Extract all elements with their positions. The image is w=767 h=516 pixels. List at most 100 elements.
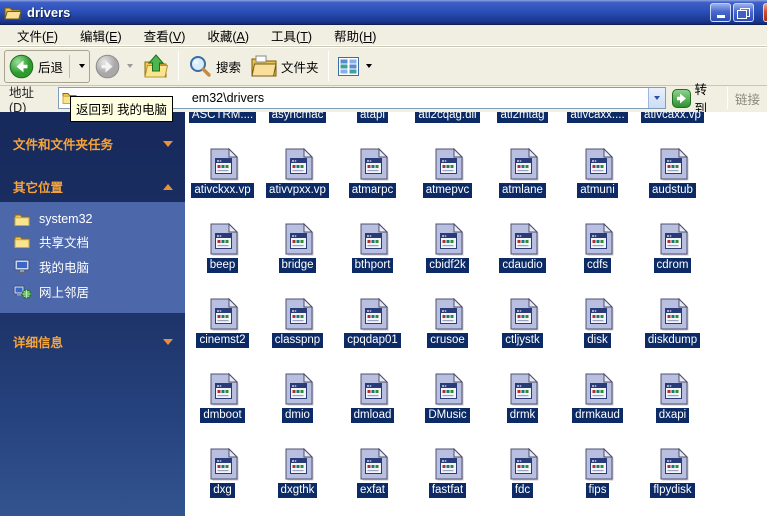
file-item[interactable]: cinemst2	[185, 290, 260, 365]
file-item[interactable]: diskdump	[635, 290, 710, 365]
search-button[interactable]: 搜索	[183, 50, 246, 83]
file-item[interactable]: ativckxx.vp	[185, 140, 260, 215]
menu-item-5[interactable]: 帮助(H)	[323, 24, 387, 47]
chevron-down-icon[interactable]	[163, 140, 173, 147]
menu-item-3[interactable]: 收藏(A)	[196, 24, 260, 47]
views-icon	[337, 56, 359, 76]
back-dropdown-caret[interactable]	[79, 64, 86, 68]
file-item[interactable]: ati2cqag.dll	[410, 112, 485, 140]
sidebar-section-title: 文件和文件夹任务	[13, 138, 114, 152]
up-button[interactable]	[138, 50, 174, 83]
file-label: exfat	[357, 483, 388, 498]
file-item[interactable]: ativvpxx.vp	[260, 140, 335, 215]
file-item[interactable]: drmk	[485, 365, 560, 440]
views-button[interactable]	[333, 50, 377, 83]
menu-item-1[interactable]: 编辑(E)	[69, 24, 133, 47]
file-item[interactable]: cpqdap01	[335, 290, 410, 365]
file-item[interactable]: bridge	[260, 215, 335, 290]
toolbar-separator	[327, 51, 329, 81]
window-title: drivers	[27, 4, 71, 20]
file-item[interactable]: beep	[185, 215, 260, 290]
forward-dropdown-caret[interactable]	[127, 64, 134, 68]
file-label: fips	[585, 483, 610, 498]
file-item[interactable]: atmarpc	[335, 140, 410, 215]
file-item[interactable]: audstub	[635, 140, 710, 215]
restore-button[interactable]	[733, 3, 754, 22]
file-item[interactable]: ctljystk	[485, 290, 560, 365]
back-button[interactable]: 后退	[4, 49, 91, 83]
file-label: crusoe	[427, 333, 468, 348]
chevron-down-icon[interactable]	[163, 338, 173, 345]
sidebar-item-label: 共享文档	[39, 236, 90, 250]
window-controls	[708, 3, 767, 22]
file-row: beep bridge bthport cbidf2k cdaudio cdfs cdrom	[185, 215, 710, 290]
address-dropdown-button[interactable]	[647, 88, 665, 108]
sidebar-item-共享文档[interactable]: 共享文档	[0, 229, 185, 254]
file-item[interactable]: fastfat	[410, 440, 485, 515]
file-item[interactable]: atapi	[335, 112, 410, 140]
file-item[interactable]: drmkaud	[560, 365, 635, 440]
file-item[interactable]: fips	[560, 440, 635, 515]
file-item[interactable]: dmboot	[185, 365, 260, 440]
file-item[interactable]: disk	[560, 290, 635, 365]
sidebar-item-我的电脑[interactable]: 我的电脑	[0, 254, 185, 279]
back-label: 后退	[38, 60, 64, 75]
file-item[interactable]: dmio	[260, 365, 335, 440]
sidebar-section-header[interactable]: 详细信息	[0, 328, 185, 355]
file-item[interactable]: asyncmac	[260, 112, 335, 140]
file-item[interactable]: bthport	[335, 215, 410, 290]
file-label: dmload	[350, 408, 395, 423]
window-folder-icon	[4, 5, 22, 20]
file-item[interactable]: ati2mtag	[485, 112, 560, 140]
file-item[interactable]: crusoe	[410, 290, 485, 365]
file-item[interactable]: ASCTRM....	[185, 112, 260, 140]
menu-item-4[interactable]: 工具(T)	[260, 24, 323, 47]
sidebar-item-system32[interactable]: system32	[0, 209, 185, 229]
file-item[interactable]: DMusic	[410, 365, 485, 440]
file-label: drmkaud	[572, 408, 623, 423]
menu-item-2[interactable]: 查看(V)	[133, 24, 197, 47]
file-item[interactable]: ativcaxx....	[560, 112, 635, 140]
file-item[interactable]: ativcaxx.vp	[635, 112, 710, 140]
folder-icon	[13, 213, 31, 226]
sidebar-item-网上邻居[interactable]: 网上邻居	[0, 279, 185, 304]
system-file-icon	[281, 219, 314, 256]
views-dropdown-caret[interactable]	[365, 64, 372, 68]
system-file-icon	[656, 294, 689, 331]
file-label: beep	[206, 258, 239, 273]
file-item[interactable]: cdaudio	[485, 215, 560, 290]
forward-button[interactable]	[90, 50, 138, 83]
file-item[interactable]: atmuni	[560, 140, 635, 215]
system-file-icon	[431, 369, 464, 406]
folders-button[interactable]: 文件夹	[246, 50, 324, 83]
file-row: ativckxx.vp ativvpxx.vp atmarpc atmepvc atml…	[185, 140, 710, 215]
system-file-icon	[356, 369, 389, 406]
system-file-icon	[656, 144, 689, 181]
file-list-area[interactable]: ASCTRM.... asyncmac atapi ati2cqag.dll ati2m…	[185, 112, 767, 516]
file-item[interactable]: cbidf2k	[410, 215, 485, 290]
file-item[interactable]: dmload	[335, 365, 410, 440]
file-item[interactable]: fdc	[485, 440, 560, 515]
file-item[interactable]: dxapi	[635, 365, 710, 440]
sidebar-section-header[interactable]: 其它位置	[0, 173, 185, 200]
file-item[interactable]: cdrom	[635, 215, 710, 290]
file-item[interactable]: exfat	[335, 440, 410, 515]
file-label: ati2cqag.dll	[415, 112, 480, 123]
sidebar-section-header[interactable]: 文件和文件夹任务	[0, 130, 185, 157]
sidebar-section-title: 详细信息	[13, 336, 64, 350]
close-button[interactable]	[763, 3, 767, 22]
minimize-button[interactable]	[710, 3, 731, 22]
file-item[interactable]: dxg	[185, 440, 260, 515]
file-item[interactable]: cdfs	[560, 215, 635, 290]
system-file-icon	[356, 444, 389, 481]
chevron-up-icon[interactable]	[163, 183, 173, 190]
file-label: DMusic	[425, 408, 470, 423]
file-item[interactable]: atmlane	[485, 140, 560, 215]
menu-item-0[interactable]: 文件(F)	[6, 24, 69, 47]
links-label[interactable]: 链接	[730, 89, 765, 108]
file-item[interactable]: flpydisk	[635, 440, 710, 515]
file-row: dxg dxgthk exfat fastfat fdc fips flpydisk	[185, 440, 710, 515]
file-item[interactable]: dxgthk	[260, 440, 335, 515]
file-item[interactable]: classpnp	[260, 290, 335, 365]
file-item[interactable]: atmepvc	[410, 140, 485, 215]
